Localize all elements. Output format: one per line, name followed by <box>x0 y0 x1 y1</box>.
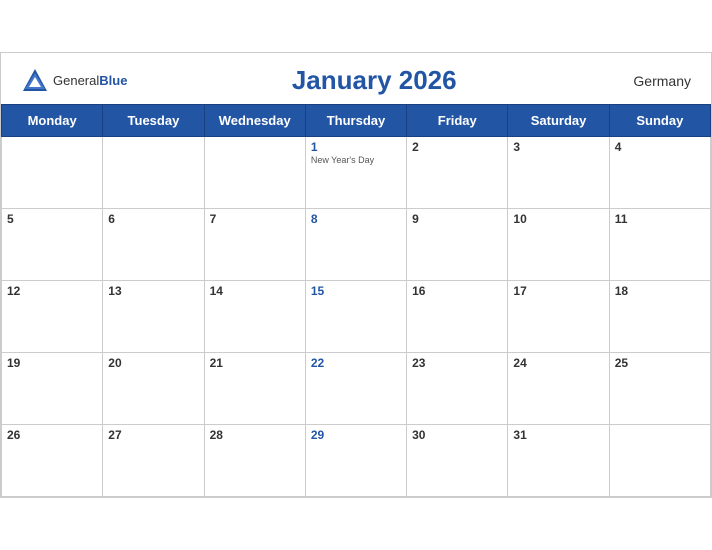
day-cell: 19 <box>2 353 103 425</box>
day-number: 5 <box>7 212 97 226</box>
day-number: 20 <box>108 356 198 370</box>
day-cell: 6 <box>103 209 204 281</box>
header-monday: Monday <box>2 105 103 137</box>
week-row-3: 12 13 14 15 16 17 18 <box>2 281 711 353</box>
day-cell: 13 <box>103 281 204 353</box>
day-number: 1 <box>311 140 401 154</box>
day-number: 11 <box>615 212 705 226</box>
day-cell: 31 <box>508 425 609 497</box>
day-cell: 23 <box>407 353 508 425</box>
day-number: 10 <box>513 212 603 226</box>
header-saturday: Saturday <box>508 105 609 137</box>
day-cell: 27 <box>103 425 204 497</box>
day-number: 31 <box>513 428 603 442</box>
day-cell <box>2 137 103 209</box>
calendar-title: January 2026 <box>127 65 621 96</box>
day-cell: 28 <box>204 425 305 497</box>
day-number: 30 <box>412 428 502 442</box>
logo-text-general: General <box>53 73 99 88</box>
day-cell: 1New Year's Day <box>305 137 406 209</box>
day-number: 27 <box>108 428 198 442</box>
day-cell <box>204 137 305 209</box>
day-number: 21 <box>210 356 300 370</box>
logo: GeneralBlue <box>21 67 127 95</box>
day-number: 6 <box>108 212 198 226</box>
day-number: 28 <box>210 428 300 442</box>
holiday-label: New Year's Day <box>311 155 401 165</box>
week-row-4: 19 20 21 22 23 24 25 <box>2 353 711 425</box>
day-number: 9 <box>412 212 502 226</box>
calendar-table: Monday Tuesday Wednesday Thursday Friday… <box>1 104 711 497</box>
day-number: 26 <box>7 428 97 442</box>
day-cell: 2 <box>407 137 508 209</box>
day-cell: 4 <box>609 137 710 209</box>
day-number: 3 <box>513 140 603 154</box>
day-cell: 20 <box>103 353 204 425</box>
header-sunday: Sunday <box>609 105 710 137</box>
day-cell: 8 <box>305 209 406 281</box>
day-cell: 3 <box>508 137 609 209</box>
logo-icon <box>21 67 49 95</box>
day-cell: 7 <box>204 209 305 281</box>
day-number: 7 <box>210 212 300 226</box>
header-friday: Friday <box>407 105 508 137</box>
day-number: 14 <box>210 284 300 298</box>
day-cell <box>609 425 710 497</box>
weekday-header-row: Monday Tuesday Wednesday Thursday Friday… <box>2 105 711 137</box>
day-number: 19 <box>7 356 97 370</box>
day-cell: 15 <box>305 281 406 353</box>
header-wednesday: Wednesday <box>204 105 305 137</box>
logo-text-blue: Blue <box>99 73 127 88</box>
day-cell: 5 <box>2 209 103 281</box>
day-cell: 12 <box>2 281 103 353</box>
calendar-header: GeneralBlue January 2026 Germany <box>1 53 711 104</box>
day-cell: 29 <box>305 425 406 497</box>
day-number: 24 <box>513 356 603 370</box>
day-number: 29 <box>311 428 401 442</box>
day-number: 2 <box>412 140 502 154</box>
country-label: Germany <box>621 73 691 89</box>
day-number: 16 <box>412 284 502 298</box>
day-cell: 9 <box>407 209 508 281</box>
day-cell: 16 <box>407 281 508 353</box>
day-number: 4 <box>615 140 705 154</box>
day-number: 15 <box>311 284 401 298</box>
day-number: 8 <box>311 212 401 226</box>
day-cell: 21 <box>204 353 305 425</box>
day-number: 12 <box>7 284 97 298</box>
day-cell: 22 <box>305 353 406 425</box>
day-number: 18 <box>615 284 705 298</box>
header-thursday: Thursday <box>305 105 406 137</box>
day-cell: 25 <box>609 353 710 425</box>
day-cell: 14 <box>204 281 305 353</box>
day-cell <box>103 137 204 209</box>
day-cell: 11 <box>609 209 710 281</box>
day-number: 17 <box>513 284 603 298</box>
day-cell: 26 <box>2 425 103 497</box>
day-number: 13 <box>108 284 198 298</box>
day-cell: 24 <box>508 353 609 425</box>
week-row-5: 26 27 28 29 30 31 <box>2 425 711 497</box>
day-number: 22 <box>311 356 401 370</box>
calendar-container: GeneralBlue January 2026 Germany Monday … <box>0 52 712 498</box>
day-cell: 30 <box>407 425 508 497</box>
week-row-2: 56789 10 11 <box>2 209 711 281</box>
day-number: 23 <box>412 356 502 370</box>
day-cell: 17 <box>508 281 609 353</box>
day-number: 25 <box>615 356 705 370</box>
header-tuesday: Tuesday <box>103 105 204 137</box>
week-row-1: 1New Year's Day 234 <box>2 137 711 209</box>
day-cell: 10 <box>508 209 609 281</box>
day-cell: 18 <box>609 281 710 353</box>
